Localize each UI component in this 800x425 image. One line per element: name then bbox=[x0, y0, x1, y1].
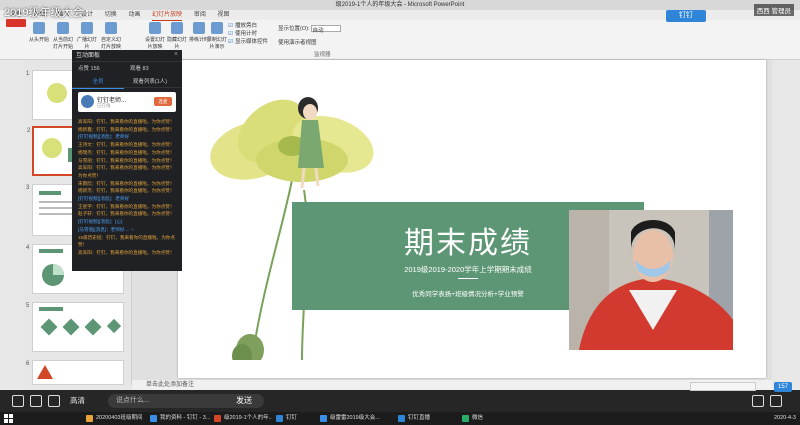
panel-tabs: 全员 观看列表(1人) bbox=[72, 76, 182, 89]
interaction-panel: 互动面板 × 点赞 156 观看 83 全员 观看列表(1人) 钉钉老师... 已在… bbox=[72, 50, 182, 271]
from-current-button[interactable]: 从当前幻灯片开始 bbox=[52, 22, 74, 52]
tab-transitions[interactable]: 切换 bbox=[105, 10, 117, 20]
chat-message: 杨瑞杰：钉钉，我来看你的直播啦，为你点赞！ bbox=[78, 149, 175, 155]
thumb-warning-art bbox=[37, 365, 53, 379]
taskbar-item[interactable]: 钉钉直播 bbox=[396, 413, 452, 424]
right-controls bbox=[752, 394, 794, 408]
setup-icon bbox=[149, 22, 161, 34]
check-timings[interactable]: 使用计时 bbox=[228, 30, 268, 38]
title-divider bbox=[458, 278, 478, 279]
share-icon[interactable] bbox=[12, 395, 24, 407]
chat-message: 为你点赞！ bbox=[78, 172, 101, 178]
view-count: 观看 83 bbox=[130, 66, 149, 72]
record-button[interactable]: 录制幻灯片演示 bbox=[206, 22, 228, 52]
hide-slide-button[interactable]: 隐藏幻灯片 bbox=[166, 22, 188, 52]
hide-slide-icon bbox=[171, 22, 183, 34]
participant-status: 已在线 bbox=[97, 103, 111, 108]
participant-card: 钉钉老师... 已在线 连麦 bbox=[78, 92, 176, 112]
chat-message: [钉钉视频][消息]：[心] bbox=[78, 219, 123, 225]
close-icon[interactable]: × bbox=[174, 51, 178, 58]
record-icon bbox=[211, 22, 223, 34]
tab-view[interactable]: 视图 bbox=[218, 10, 230, 20]
webcam-feed[interactable] bbox=[569, 210, 733, 350]
check-media-controls[interactable]: 显示媒体控件 bbox=[228, 38, 268, 46]
clock[interactable]: 2020-4-3 bbox=[774, 412, 796, 425]
tab-animations[interactable]: 动画 bbox=[128, 10, 140, 20]
panel-stats: 点赞 156 观看 83 bbox=[72, 62, 182, 76]
message-log: 高军阳：钉钉，我来看你的直播啦，为你点赞！ 杨新鑫：钉钉，我来看你的直播啦，为你点… bbox=[72, 116, 182, 259]
chat-message: 王诗文：钉钉，我来看你的直播啦，为你点赞！ bbox=[78, 142, 175, 148]
playback-checks: 播放旁白 使用计时 显示媒体控件 bbox=[228, 22, 268, 46]
chat-message: [钉钉视频][消息]：老师好 bbox=[78, 196, 130, 202]
taskbar-item[interactable]: 我的资料 - 钉钉 - 3... bbox=[148, 413, 210, 424]
ime-toolbar[interactable] bbox=[690, 382, 756, 391]
thumb-slide-6[interactable]: 6 bbox=[26, 360, 124, 385]
monitor-select[interactable]: 自动 bbox=[311, 25, 342, 35]
taskbar-item[interactable]: 钉钉 bbox=[274, 413, 308, 424]
thumb-diamond-art bbox=[39, 307, 122, 336]
play-icon bbox=[33, 22, 45, 34]
chat-message: 高军阳：钉钉，我来看你的直播啦，为你点赞！ bbox=[78, 119, 175, 124]
chat-message: 高军阳：钉钉，我来看你的直播啦，为你点赞！ bbox=[78, 165, 175, 171]
send-button[interactable]: 发送 bbox=[236, 394, 252, 408]
broadcast-icon bbox=[81, 22, 93, 34]
setup-show-button[interactable]: 设置幻灯片放映 bbox=[144, 22, 166, 52]
chat-message: 宋雨欣：钉钉，我来看你的直播啦，为你点赞！ bbox=[78, 180, 175, 186]
tab-watch-list[interactable]: 观看列表(1人) bbox=[124, 76, 176, 88]
broadcast-button[interactable]: 广播幻灯片 bbox=[76, 22, 98, 52]
user-label[interactable]: 西西 管理员 bbox=[753, 4, 794, 16]
connect-mic-button[interactable]: 连麦 bbox=[154, 97, 172, 106]
taskbar-item[interactable]: 级2019-1个人的年... bbox=[212, 413, 272, 424]
custom-show-button[interactable]: 自定义幻灯片放映 bbox=[100, 22, 122, 52]
presenter-video bbox=[569, 210, 733, 350]
windows-start-icon[interactable] bbox=[4, 414, 13, 423]
monitor-label: 显示位置(O): bbox=[278, 26, 310, 32]
taskbar-item[interactable]: 微信 bbox=[460, 413, 500, 424]
avatar bbox=[81, 95, 94, 108]
presenter-view-check[interactable]: 使用演示者视图 bbox=[278, 40, 317, 46]
timer-icon bbox=[193, 22, 205, 34]
viewer-count-badge: 157 bbox=[773, 382, 792, 392]
chat-message: 王星宇：钉钉，我来看你的直播啦，为你点赞！ bbox=[78, 203, 175, 209]
ppt-window-title: 级2019-1个人的年级大会 - Microsoft PowerPoint bbox=[0, 0, 800, 10]
settings-icon[interactable] bbox=[752, 395, 764, 407]
quality-toggle[interactable]: 高清 bbox=[70, 394, 85, 408]
custom-show-icon bbox=[105, 22, 117, 34]
screen: 级2019-1个人的年级大会 - Microsoft PowerPoint 文件… bbox=[0, 0, 800, 425]
monitor-group-label: 监视器 bbox=[314, 52, 331, 59]
monitor-group: 显示位置(O): 自动 使用演示者视图 监视器 bbox=[278, 24, 342, 59]
tab-review[interactable]: 审阅 bbox=[194, 10, 206, 20]
from-beginning-button[interactable]: 从头开始 bbox=[28, 22, 50, 52]
notes-pane[interactable]: 单击此处添加备注 bbox=[132, 380, 772, 390]
play-current-icon bbox=[57, 22, 69, 34]
chat-message: 马雪丽：钉钉，我来看你的直播啦，为你点赞！ bbox=[78, 157, 175, 163]
chat-message: [马雪丽][消息]：老师好 ... ~ bbox=[78, 226, 134, 232]
live-brand: 钉钉 bbox=[666, 10, 706, 22]
screen-icon[interactable] bbox=[30, 395, 42, 407]
thumb-slide-5[interactable]: 5 bbox=[26, 302, 124, 352]
camera-icon[interactable] bbox=[48, 395, 60, 407]
chat-message: 赵子轩：钉钉，我来看你的直播啦，为你点赞！ bbox=[78, 211, 175, 217]
tab-all[interactable]: 全员 bbox=[72, 76, 124, 89]
class-title: 2019级年级大会 bbox=[4, 7, 84, 19]
chat-message: 高军阳：钉钉，我来看你的直播啦，为你点赞！ bbox=[78, 249, 175, 255]
live-tag bbox=[6, 19, 26, 27]
windows-taskbar: 20200403班级期间 我的资料 - 钉钉 - 3... 级2019-1个人的… bbox=[0, 412, 800, 425]
chat-message: 15级历史班：钉钉，我来看你的直播啦，为你点赞！ bbox=[78, 234, 175, 248]
more-icon[interactable] bbox=[770, 395, 782, 407]
taskbar-item[interactable]: 级雷雷2019级大会... bbox=[318, 413, 392, 424]
live-chat-bar: 高清 说点什么... 发送 bbox=[0, 390, 800, 412]
like-count: 点赞 156 bbox=[78, 66, 100, 72]
check-narration[interactable]: 播放旁白 bbox=[228, 22, 268, 30]
chat-message: 杨新鑫：钉钉，我来看你的直播啦，为你点赞！ bbox=[78, 126, 175, 132]
chat-message: [钉钉视频][消息]：老师好 bbox=[78, 134, 130, 140]
panel-header: 互动面板 bbox=[72, 50, 182, 62]
chat-message: 杨新杰：钉钉，我来看你的直播啦，为你点赞！ bbox=[78, 188, 175, 194]
monitor-value: 自动 bbox=[312, 28, 324, 35]
